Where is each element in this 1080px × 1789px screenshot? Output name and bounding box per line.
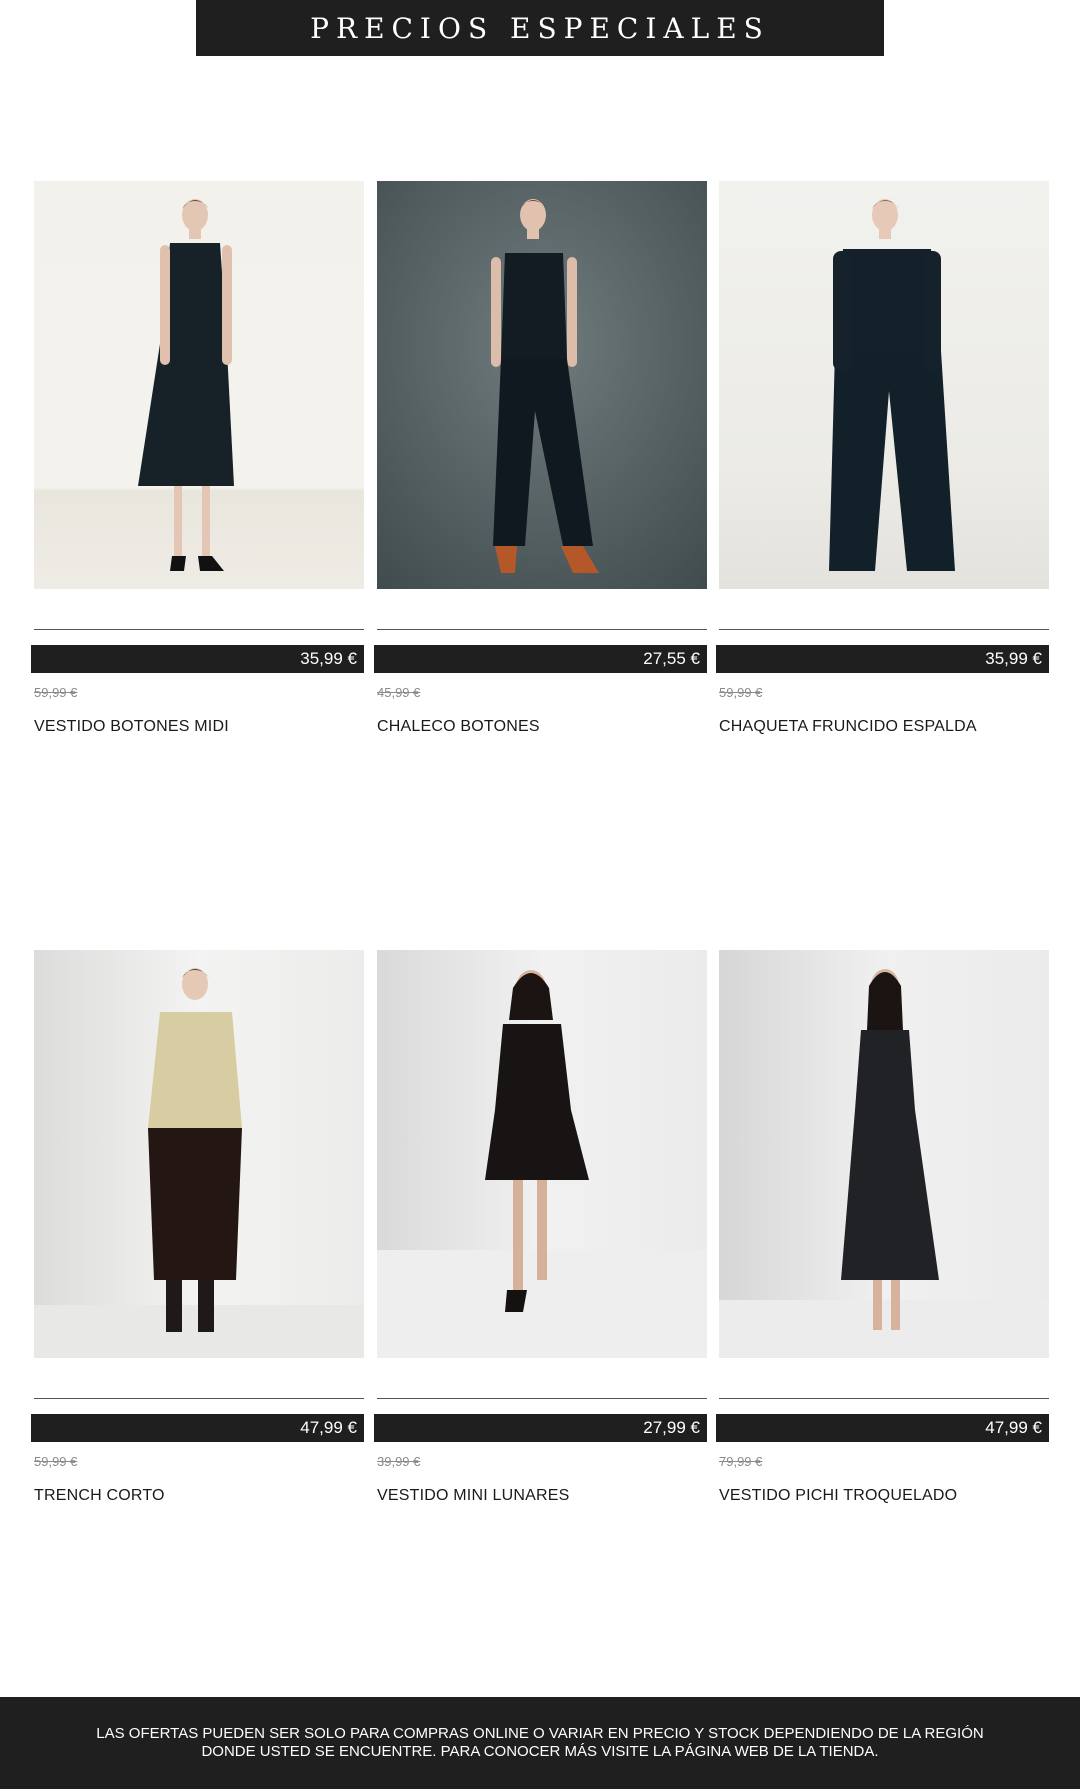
sale-price-bar: 47,99 € [31, 1414, 364, 1442]
divider [377, 1398, 707, 1399]
divider [377, 629, 707, 630]
product-image[interactable] [34, 181, 364, 589]
product-card[interactable]: 27,55 € 45,99 € CHALECO BOTONES [374, 181, 707, 735]
original-price: 45,99 € [377, 685, 421, 700]
sale-price: 47,99 € [300, 1418, 357, 1437]
footer-line: DONDE USTED SE ENCUENTRE. PARA CONOCER M… [201, 1743, 879, 1760]
divider [34, 629, 364, 630]
divider [34, 1398, 364, 1399]
product-image[interactable] [377, 181, 707, 589]
product-card[interactable]: 47,99 € 79,99 € VESTIDO PICHI TROQUELADO [716, 950, 1049, 1504]
sale-price: 35,99 € [985, 649, 1042, 668]
product-card[interactable]: 35,99 € 59,99 € CHAQUETA FRUNCIDO ESPALD… [716, 181, 1049, 735]
product-card[interactable]: 27,99 € 39,99 € VESTIDO MINI LUNARES [374, 950, 707, 1504]
original-price: 79,99 € [719, 1454, 763, 1469]
product-name[interactable]: CHALECO BOTONES [377, 718, 540, 736]
product-card[interactable]: 47,99 € 59,99 € TRENCH CORTO [31, 950, 364, 1504]
product-image[interactable] [34, 950, 364, 1358]
footer-line: LAS OFERTAS PUEDEN SER SOLO PARA COMPRAS… [96, 1725, 984, 1742]
sale-price: 47,99 € [985, 1418, 1042, 1437]
product-image[interactable] [719, 181, 1049, 589]
sale-price-bar: 35,99 € [716, 645, 1049, 673]
page-title: PRECIOS ESPECIALES [310, 11, 770, 45]
sale-price: 27,99 € [643, 1418, 700, 1437]
sale-price: 35,99 € [300, 649, 357, 668]
original-price: 39,99 € [377, 1454, 421, 1469]
divider [719, 1398, 1049, 1399]
product-name[interactable]: VESTIDO BOTONES MIDI [34, 718, 229, 736]
product-image[interactable] [719, 950, 1049, 1358]
product-name[interactable]: TRENCH CORTO [34, 1487, 165, 1505]
original-price: 59,99 € [34, 685, 78, 700]
page-title-banner: PRECIOS ESPECIALES [196, 0, 884, 56]
sale-price-bar: 47,99 € [716, 1414, 1049, 1442]
product-image[interactable] [377, 950, 707, 1358]
original-price: 59,99 € [719, 685, 763, 700]
divider [719, 629, 1049, 630]
sale-price: 27,55 € [643, 649, 700, 668]
product-name[interactable]: VESTIDO MINI LUNARES [377, 1487, 569, 1505]
sale-price-bar: 27,99 € [374, 1414, 707, 1442]
product-name[interactable]: VESTIDO PICHI TROQUELADO [719, 1487, 957, 1505]
original-price: 59,99 € [34, 1454, 78, 1469]
product-name[interactable]: CHAQUETA FRUNCIDO ESPALDA [719, 718, 977, 736]
sale-price-bar: 35,99 € [31, 645, 364, 673]
product-card[interactable]: 35,99 € 59,99 € VESTIDO BOTONES MIDI [31, 181, 364, 735]
footer-disclaimer: LAS OFERTAS PUEDEN SER SOLO PARA COMPRAS… [0, 1697, 1080, 1789]
sale-price-bar: 27,55 € [374, 645, 707, 673]
